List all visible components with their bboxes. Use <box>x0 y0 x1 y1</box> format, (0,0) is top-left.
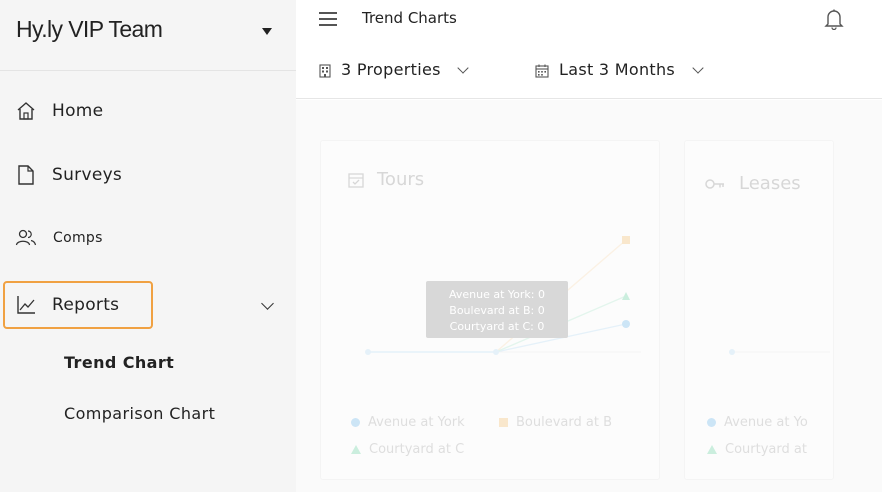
triangle-icon <box>351 445 361 454</box>
date-range-filter-label: Last 3 Months <box>559 60 676 79</box>
team-name: Hy.ly VIP Team <box>16 16 163 42</box>
circle-icon <box>351 418 360 427</box>
caret-down-icon[interactable] <box>262 28 272 35</box>
sidebar-item-label: Reports <box>52 295 120 315</box>
home-icon <box>17 102 35 120</box>
leases-line-chart <box>729 349 830 355</box>
series-point-courtyard <box>622 292 630 300</box>
calendar-check-icon <box>348 173 364 188</box>
properties-filter-label: 3 Properties <box>341 60 441 79</box>
sidebar-item-reports[interactable]: Reports <box>0 285 296 325</box>
legend-item-avenue[interactable]: Avenue at Yo <box>707 415 808 430</box>
document-icon <box>18 165 34 185</box>
leases-chart-card[interactable]: Leases Avenue at Yo Courtyard at <box>684 140 834 480</box>
card-title: Tours <box>377 169 425 190</box>
circle-icon <box>707 418 716 427</box>
chevron-down-icon <box>457 62 469 74</box>
sidebar-item-surveys[interactable]: Surveys <box>0 155 296 195</box>
building-icon <box>319 64 331 78</box>
bell-icon[interactable] <box>824 8 844 30</box>
chart-tooltip: Avenue at York: 0 Boulevard at B: 0 Cour… <box>426 281 568 338</box>
square-icon <box>499 418 508 427</box>
main-panel: Trend Charts 3 Properties Last 3 Months … <box>296 0 882 492</box>
charts-area: Tours Avenue at York Boulevard at B Cour… <box>296 100 882 492</box>
series-point-boulevard <box>622 236 630 244</box>
tooltip-line: Boulevard at B: 0 <box>449 304 545 317</box>
sidebar-item-label: Home <box>52 101 104 121</box>
menu-icon[interactable] <box>319 12 337 26</box>
legend-item-avenue[interactable]: Avenue at York <box>351 415 465 430</box>
key-icon <box>705 179 724 189</box>
series-point-avenue <box>365 349 371 355</box>
sidebar-subitem-comparison-chart[interactable]: Comparison Chart <box>64 404 215 423</box>
legend-item-courtyard[interactable]: Courtyard at C <box>351 442 464 457</box>
sidebar-item-home[interactable]: Home <box>0 91 296 131</box>
chevron-down-icon <box>692 62 704 74</box>
series-point-avenue <box>493 349 499 355</box>
date-range-filter[interactable]: Last 3 Months <box>535 42 735 99</box>
sidebar: Hy.ly VIP Team Home Surveys Comps Report… <box>0 0 296 492</box>
app-window: Hy.ly VIP Team Home Surveys Comps Report… <box>0 0 882 492</box>
series-point-avenue <box>729 349 735 355</box>
properties-filter[interactable]: 3 Properties <box>318 42 498 99</box>
line-chart-icon <box>17 296 35 314</box>
legend-item-courtyard[interactable]: Courtyard at <box>707 442 807 457</box>
page-title: Trend Charts <box>362 9 457 27</box>
users-icon <box>15 229 37 246</box>
sidebar-item-label: Comps <box>53 230 103 246</box>
card-title: Leases <box>739 173 801 194</box>
calendar-icon <box>535 64 549 78</box>
tooltip-line: Avenue at York: 0 <box>449 288 545 301</box>
sidebar-item-label: Surveys <box>52 165 123 185</box>
series-point-avenue <box>622 320 630 328</box>
triangle-icon <box>707 445 717 454</box>
sidebar-subitem-trend-chart[interactable]: Trend Chart <box>64 353 174 372</box>
sidebar-item-comps[interactable]: Comps <box>0 218 296 258</box>
filter-bar: 3 Properties Last 3 Months <box>296 42 882 99</box>
legend-item-boulevard[interactable]: Boulevard at B <box>499 415 612 430</box>
team-switcher[interactable]: Hy.ly VIP Team <box>0 0 296 71</box>
top-bar: Trend Charts <box>296 0 882 38</box>
tooltip-line: Courtyard at C: 0 <box>449 320 545 333</box>
